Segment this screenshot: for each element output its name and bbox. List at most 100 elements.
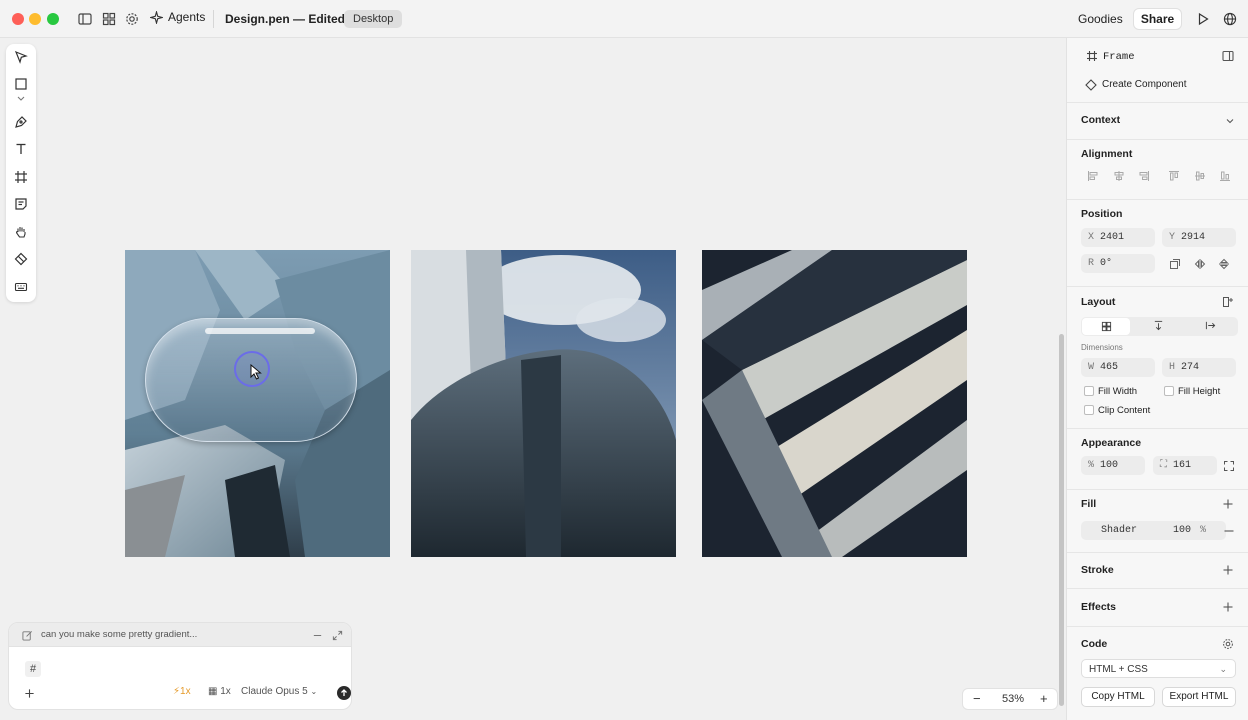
minimize-window-button[interactable] bbox=[29, 13, 41, 25]
align-bottom-icon[interactable] bbox=[1218, 169, 1232, 183]
add-effect-icon[interactable] bbox=[1221, 600, 1235, 614]
canvas-image-2[interactable] bbox=[411, 250, 676, 557]
gear-icon[interactable] bbox=[1221, 637, 1235, 651]
close-window-button[interactable] bbox=[12, 13, 24, 25]
globe-icon[interactable] bbox=[1222, 11, 1238, 27]
export-html-button[interactable]: Export HTML bbox=[1162, 687, 1236, 707]
align-right-icon[interactable] bbox=[1137, 169, 1151, 183]
code-format-select[interactable]: HTML + CSS ⌄ bbox=[1081, 659, 1236, 678]
position-x-field[interactable]: X 2401 bbox=[1081, 228, 1155, 247]
percent-label: % bbox=[1088, 460, 1095, 471]
position-y-field[interactable]: Y 2914 bbox=[1162, 228, 1236, 247]
divider bbox=[1067, 552, 1248, 553]
copy-html-button[interactable]: Copy HTML bbox=[1081, 687, 1155, 707]
frame-icon[interactable] bbox=[13, 169, 29, 185]
opacity-value: 100 bbox=[1100, 460, 1119, 471]
rectangle-icon[interactable] bbox=[13, 76, 29, 92]
layout-vertical-button[interactable] bbox=[1153, 320, 1165, 332]
speed-selector[interactable]: ⚡1x bbox=[173, 686, 191, 697]
remove-fill-icon[interactable] bbox=[1222, 524, 1236, 538]
grid-icon[interactable] bbox=[101, 11, 117, 27]
divider bbox=[1067, 588, 1248, 589]
clip-content-checkbox[interactable] bbox=[1084, 405, 1094, 415]
rotate-icon[interactable] bbox=[1168, 257, 1182, 271]
lightning-icon: ⚡ bbox=[173, 686, 181, 697]
flip-horizontal-icon[interactable] bbox=[1193, 257, 1207, 271]
chevron-down-icon: ⌄ bbox=[310, 687, 318, 696]
agent-chat-panel: can you make some pretty gradient... # ⚡… bbox=[8, 622, 352, 710]
w-value: 465 bbox=[1100, 362, 1119, 373]
divider bbox=[213, 10, 214, 28]
gear-icon[interactable] bbox=[124, 11, 140, 27]
code-format-value: HTML + CSS bbox=[1089, 664, 1148, 675]
pill-highlight bbox=[205, 328, 315, 334]
y-label: Y bbox=[1169, 232, 1176, 243]
fill-width-checkbox[interactable] bbox=[1084, 386, 1094, 396]
zoom-level[interactable]: 53% bbox=[1002, 693, 1024, 705]
opacity-field[interactable]: % 100 bbox=[1081, 456, 1145, 475]
divider bbox=[1067, 489, 1248, 490]
add-stroke-icon[interactable] bbox=[1221, 563, 1235, 577]
width-field[interactable]: W 465 bbox=[1081, 358, 1155, 377]
model-selector[interactable]: Claude Opus 5 ⌄ bbox=[241, 686, 317, 697]
model-label: Claude Opus 5 bbox=[241, 686, 308, 697]
attachment-chip[interactable]: # bbox=[25, 661, 41, 677]
create-component-button[interactable]: Create Component bbox=[1102, 79, 1187, 90]
chat-prompt-preview[interactable]: can you make some pretty gradient... bbox=[41, 629, 197, 640]
align-middle-v-icon[interactable] bbox=[1193, 169, 1207, 183]
rotation-field[interactable]: R 0° bbox=[1081, 254, 1155, 273]
device-badge[interactable]: Desktop bbox=[344, 10, 403, 28]
layout-add-icon[interactable] bbox=[1221, 295, 1235, 309]
chevron-down-icon[interactable] bbox=[13, 94, 29, 104]
goodies-button[interactable]: Goodies bbox=[1078, 12, 1123, 26]
align-top-icon[interactable] bbox=[1167, 169, 1181, 183]
align-left-icon[interactable] bbox=[1086, 169, 1100, 183]
hand-icon[interactable] bbox=[13, 224, 29, 240]
layout-section-title: Layout bbox=[1081, 296, 1116, 308]
layout-mode-segmented bbox=[1081, 317, 1238, 336]
plus-icon[interactable] bbox=[23, 687, 35, 699]
panel-toggle-icon[interactable] bbox=[1221, 49, 1235, 63]
w-label: W bbox=[1088, 362, 1095, 373]
keyboard-icon[interactable] bbox=[13, 279, 29, 295]
expand-icon[interactable] bbox=[331, 629, 343, 641]
expand-corners-icon[interactable] bbox=[1222, 459, 1236, 473]
count-selector[interactable]: ▦ 1x bbox=[208, 686, 231, 697]
frame-icon bbox=[1085, 49, 1099, 63]
minimize-icon[interactable] bbox=[311, 629, 323, 641]
send-button[interactable] bbox=[337, 686, 351, 700]
x-label: X bbox=[1088, 232, 1095, 243]
corner-radius-field[interactable]: ⛶ 161 bbox=[1153, 456, 1217, 475]
pen-icon[interactable] bbox=[13, 114, 29, 130]
arrow-right-icon bbox=[1205, 321, 1216, 330]
chevron-down-icon[interactable] bbox=[1223, 114, 1237, 128]
stroke-section-title: Stroke bbox=[1081, 564, 1114, 576]
layout-horizontal-button[interactable] bbox=[1205, 320, 1217, 332]
move-icon[interactable] bbox=[13, 49, 29, 65]
layout-freeform-button[interactable] bbox=[1082, 318, 1130, 335]
sidebar-toggle-icon[interactable] bbox=[77, 11, 93, 27]
play-icon[interactable] bbox=[1195, 11, 1211, 27]
flip-vertical-icon[interactable] bbox=[1217, 257, 1231, 271]
fill-height-checkbox[interactable] bbox=[1164, 386, 1174, 396]
text-icon[interactable] bbox=[13, 141, 29, 157]
canvas-scrollbar[interactable] bbox=[1059, 334, 1064, 706]
fill-percent-label: % bbox=[1200, 525, 1207, 536]
zoom-out-button[interactable]: − bbox=[973, 691, 981, 706]
agents-button[interactable]: Agents bbox=[150, 10, 205, 24]
share-button[interactable]: Share bbox=[1133, 8, 1182, 30]
h-label: H bbox=[1169, 362, 1176, 373]
height-field[interactable]: H 274 bbox=[1162, 358, 1236, 377]
fill-type-field[interactable]: Shader 100 % bbox=[1081, 521, 1226, 540]
context-section-title[interactable]: Context bbox=[1081, 114, 1120, 126]
canvas-image-3[interactable] bbox=[702, 250, 967, 557]
arrow-up-icon bbox=[341, 689, 347, 696]
corner-radius-icon: ⛶ bbox=[1160, 460, 1167, 471]
appearance-section-title: Appearance bbox=[1081, 437, 1142, 449]
note-icon[interactable] bbox=[13, 196, 29, 212]
zoom-in-button[interactable]: + bbox=[1040, 691, 1048, 706]
component-icon[interactable] bbox=[13, 251, 29, 267]
add-fill-icon[interactable] bbox=[1221, 497, 1235, 511]
zoom-window-button[interactable] bbox=[47, 13, 59, 25]
align-center-h-icon[interactable] bbox=[1112, 169, 1126, 183]
